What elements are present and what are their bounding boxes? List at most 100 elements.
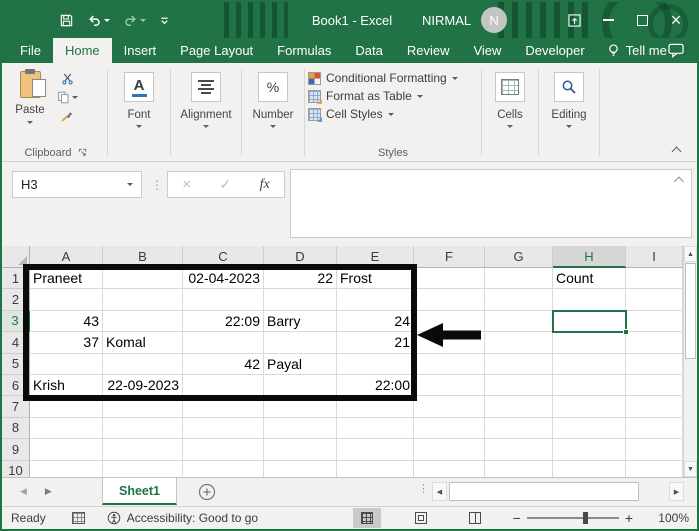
insert-function-icon[interactable]: fx [260, 177, 270, 193]
cell-G9[interactable] [485, 439, 553, 461]
number-group-dropdown-icon[interactable] [270, 125, 276, 128]
redo-button[interactable] [120, 8, 149, 32]
cell-G5[interactable] [485, 353, 553, 375]
cell-H2[interactable] [553, 289, 626, 311]
tell-me-button[interactable]: Tell me [597, 38, 677, 63]
format-painter-button[interactable] [60, 110, 74, 123]
fill-handle[interactable] [623, 329, 629, 335]
paste-button[interactable]: Paste [8, 66, 52, 144]
cut-button[interactable] [61, 72, 74, 85]
cell-G10[interactable] [485, 460, 553, 477]
formula-bar-grip[interactable]: ⋮ [151, 172, 163, 198]
tab-formulas[interactable]: Formulas [265, 38, 343, 63]
cell-I7[interactable] [626, 396, 683, 418]
collapse-formula-bar-button[interactable] [673, 176, 686, 188]
editing-group[interactable]: Editing [542, 66, 596, 161]
cell-I10[interactable] [626, 460, 683, 477]
cell-E10[interactable] [337, 460, 414, 477]
cell-G4[interactable] [485, 332, 553, 354]
sheet-tab-sheet1[interactable]: Sheet1 [102, 478, 177, 505]
copy-dropdown-icon[interactable] [71, 96, 78, 99]
cell-D10[interactable] [264, 460, 337, 477]
cell-G3[interactable] [485, 310, 553, 333]
previous-sheet-button[interactable]: ◀ [20, 486, 27, 497]
tab-bar-grip[interactable]: ⋮ [418, 482, 429, 495]
cell-F2[interactable] [414, 289, 485, 311]
cell-H6[interactable] [553, 374, 626, 397]
cell-G6[interactable] [485, 374, 553, 397]
tab-file[interactable]: File [8, 38, 53, 63]
ribbon-display-options-button[interactable] [557, 2, 591, 38]
cell-A9[interactable] [30, 439, 103, 461]
zoom-level[interactable]: 100% [651, 511, 689, 525]
cell-I5[interactable] [626, 353, 683, 375]
minimize-button[interactable] [591, 2, 625, 38]
save-button[interactable] [56, 8, 77, 32]
cell-G8[interactable] [485, 417, 553, 440]
styles-item-cell-styles[interactable]: Cell Styles [308, 107, 478, 122]
cell-H4[interactable] [553, 332, 626, 354]
avatar[interactable]: N [481, 7, 508, 33]
cell-D9[interactable] [264, 439, 337, 461]
cell-H5[interactable] [553, 353, 626, 375]
tab-data[interactable]: Data [343, 38, 394, 63]
page-layout-view-button[interactable] [407, 508, 435, 528]
column-header-I[interactable]: I [626, 246, 683, 268]
column-header-H[interactable]: H [553, 246, 626, 268]
alignment-group-dropdown-icon[interactable] [203, 125, 209, 128]
next-sheet-button[interactable]: ▶ [45, 486, 52, 497]
cell-I1[interactable] [626, 268, 683, 290]
zoom-slider[interactable] [526, 512, 619, 524]
cell-H8[interactable] [553, 417, 626, 440]
undo-button[interactable] [84, 8, 113, 32]
cell-G2[interactable] [485, 289, 553, 311]
close-button[interactable]: × [659, 2, 693, 38]
cell-A10[interactable] [30, 460, 103, 477]
cell-C8[interactable] [183, 417, 264, 440]
cell-I2[interactable] [626, 289, 683, 311]
cell-E9[interactable] [337, 439, 414, 461]
share-comment-button[interactable] [668, 38, 685, 63]
cell-F10[interactable] [414, 460, 485, 477]
cell-F5[interactable] [414, 353, 485, 375]
editing-group-dropdown-icon[interactable] [566, 125, 572, 128]
scroll-down-button[interactable]: ▼ [684, 461, 697, 477]
tab-home[interactable]: Home [52, 38, 112, 63]
alignment-group[interactable]: Alignment [174, 66, 238, 161]
horizontal-scroll-thumb[interactable] [449, 482, 639, 501]
macro-record-icon[interactable] [71, 512, 85, 524]
cell-I6[interactable] [626, 374, 683, 397]
formula-input[interactable] [290, 169, 692, 238]
cell-I3[interactable] [626, 310, 683, 333]
redo-dropdown-icon[interactable] [140, 18, 146, 22]
collapse-ribbon-button[interactable] [671, 145, 683, 157]
font-group-dropdown-icon[interactable] [136, 125, 142, 128]
cell-F9[interactable] [414, 439, 485, 461]
tab-page-layout[interactable]: Page Layout [168, 38, 265, 63]
font-group[interactable]: A Font [111, 66, 167, 161]
customize-qat-button[interactable] [156, 8, 173, 32]
name-box-dropdown[interactable] [119, 183, 141, 186]
new-sheet-button[interactable] [198, 483, 216, 506]
cell-I4[interactable] [626, 332, 683, 354]
cell-G7[interactable] [485, 396, 553, 418]
vertical-scroll-thumb[interactable] [685, 263, 696, 359]
normal-view-button[interactable] [352, 508, 381, 528]
scroll-up-button[interactable]: ▲ [684, 246, 697, 262]
row-header-9[interactable]: 9 [2, 439, 30, 461]
cell-H7[interactable] [553, 396, 626, 418]
cell-B9[interactable] [103, 439, 183, 461]
copy-button[interactable] [57, 91, 78, 104]
cancel-entry-icon[interactable]: × [182, 176, 191, 193]
row-header-10[interactable]: 10 [2, 460, 30, 477]
cell-I9[interactable] [626, 439, 683, 461]
row-header-8[interactable]: 8 [2, 417, 30, 440]
cell-F7[interactable] [414, 396, 485, 418]
page-break-view-button[interactable] [461, 508, 489, 528]
cell-B10[interactable] [103, 460, 183, 477]
cells-group[interactable]: Cells [485, 66, 535, 161]
zoom-in-button[interactable]: + [619, 510, 639, 526]
tab-review[interactable]: Review [395, 38, 462, 63]
cell-I8[interactable] [626, 417, 683, 440]
user-name[interactable]: NIRMAL [422, 13, 471, 28]
